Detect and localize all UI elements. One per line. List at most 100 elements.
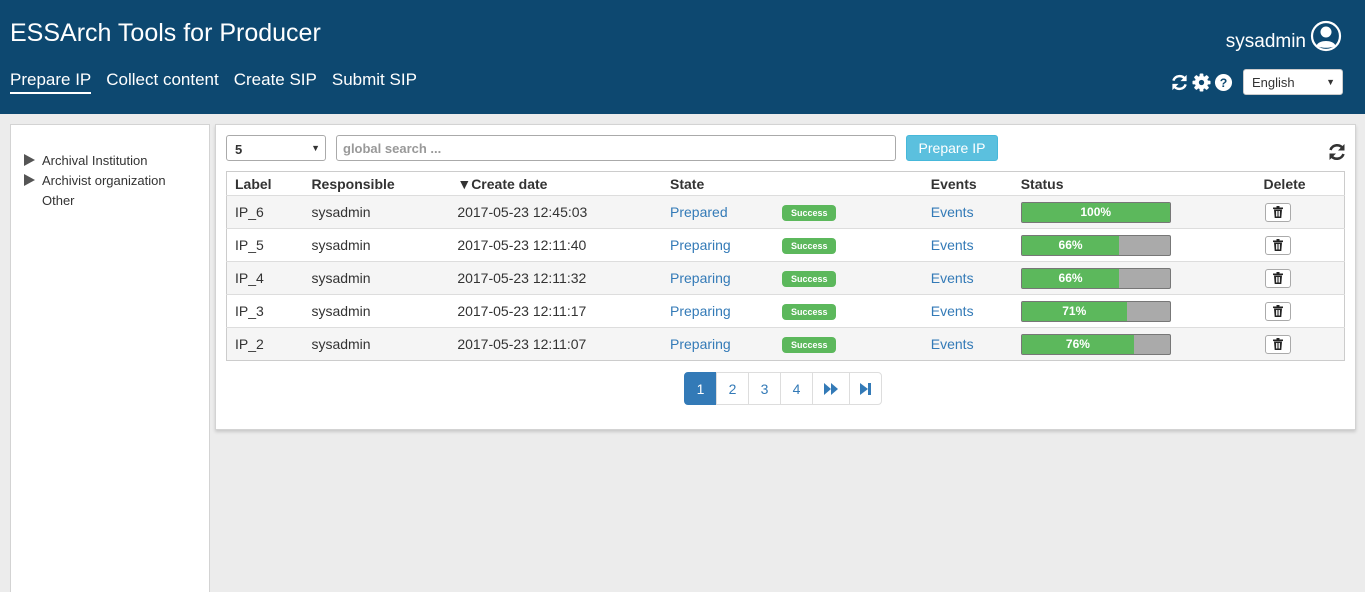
page-2[interactable]: 2 [716, 372, 749, 405]
delete-button[interactable] [1264, 334, 1291, 354]
expand-arrow-icon[interactable] [23, 174, 35, 186]
cell-create-date: 2017-05-23 12:11:40 [449, 228, 663, 262]
user-name[interactable]: sysadmin [1226, 31, 1306, 53]
page-4[interactable]: 4 [780, 372, 813, 405]
top-header: ESSArch Tools for Producer Prepare IP Co… [0, 0, 1365, 114]
cell-responsible: sysadmin [303, 327, 450, 361]
state-link[interactable]: Preparing [670, 270, 731, 286]
progress-label: 66% [1058, 271, 1083, 285]
status-badge: Success [781, 238, 837, 254]
status-badge: Success [781, 337, 837, 353]
delete-button[interactable] [1264, 268, 1291, 288]
cell-responsible: sysadmin [303, 261, 450, 295]
events-link[interactable]: Events [931, 270, 974, 286]
cell-label: IP_5 [226, 228, 304, 262]
chevron-down-icon: ▼ [311, 143, 320, 153]
trash-icon [1272, 338, 1283, 350]
cell-responsible: sysadmin [303, 294, 450, 328]
events-link[interactable]: Events [931, 303, 974, 319]
cell-create-date: 2017-05-23 12:45:03 [449, 195, 663, 229]
page-3[interactable]: 3 [748, 372, 781, 405]
column-header-delete: Delete [1255, 171, 1345, 196]
status-badge: Success [781, 271, 837, 287]
cell-label: IP_3 [226, 294, 304, 328]
nav-collect-content[interactable]: Collect content [106, 70, 218, 94]
progress-bar: 66% [1020, 234, 1171, 256]
column-header-state[interactable]: State [662, 171, 774, 196]
tree-item-archivist-organization[interactable]: Archivist organization [23, 170, 166, 190]
state-link[interactable]: Preparing [670, 336, 731, 352]
column-header-events[interactable]: Events [922, 171, 1013, 196]
user-avatar-icon[interactable] [1310, 20, 1342, 58]
progress-label: 100% [1080, 205, 1112, 219]
main-nav: Prepare IP Collect content Create SIP Su… [10, 70, 417, 94]
delete-button[interactable] [1264, 235, 1291, 255]
ip-table: Label Responsible ▼Create date State Eve… [226, 171, 1345, 361]
page-size-value: 5 [235, 142, 243, 157]
fast-forward-icon[interactable] [812, 372, 850, 405]
prepare-ip-button[interactable]: Prepare IP [906, 135, 998, 161]
column-header-responsible[interactable]: Responsible [303, 171, 450, 196]
cell-label: IP_2 [226, 327, 304, 361]
last-page-icon[interactable] [849, 372, 882, 405]
progress-bar: 76% [1020, 333, 1171, 355]
delete-button[interactable] [1264, 301, 1291, 321]
app-title: ESSArch Tools for Producer [10, 19, 321, 47]
page-size-select[interactable]: 5 ▼ [226, 135, 326, 161]
trash-icon [1272, 239, 1283, 251]
state-link[interactable]: Preparing [670, 237, 731, 253]
column-header-status[interactable]: Status [1012, 171, 1256, 196]
column-header-create-date[interactable]: ▼Create date [449, 171, 663, 196]
nav-prepare-ip[interactable]: Prepare IP [10, 70, 92, 94]
page-1[interactable]: 1 [684, 372, 717, 405]
chevron-down-icon: ▼ [1326, 77, 1335, 87]
cell-label: IP_6 [226, 195, 304, 229]
cell-create-date: 2017-05-23 12:11:32 [449, 261, 663, 295]
table-row[interactable]: IP_2 sysadmin 2017-05-23 12:11:07 Prepar… [226, 327, 1345, 361]
sort-desc-icon: ▼ [457, 175, 472, 192]
create-date-header-label: Create date [471, 175, 548, 192]
progress-label: 66% [1058, 238, 1083, 252]
trash-icon [1272, 272, 1283, 284]
svg-text:?: ? [1219, 75, 1227, 89]
language-select[interactable]: English ▼ [1243, 69, 1343, 95]
table-row[interactable]: IP_6 sysadmin 2017-05-23 12:45:03 Prepar… [226, 195, 1345, 229]
user-menu[interactable]: sysadmin [1226, 20, 1342, 58]
nav-submit-sip[interactable]: Submit SIP [332, 70, 417, 94]
trash-icon [1272, 305, 1283, 317]
pagination: 1 2 3 4 [684, 372, 882, 405]
nav-create-sip[interactable]: Create SIP [234, 70, 317, 94]
expand-arrow-icon[interactable] [23, 154, 35, 166]
cell-label: IP_4 [226, 261, 304, 295]
status-badge: Success [781, 304, 837, 320]
global-search-input[interactable] [336, 135, 896, 161]
events-link[interactable]: Events [931, 336, 974, 352]
cell-responsible: sysadmin [303, 228, 450, 262]
cell-responsible: sysadmin [303, 195, 450, 229]
header-tools: ? [1169, 72, 1233, 92]
progress-bar: 100% [1020, 201, 1171, 223]
delete-button[interactable] [1264, 202, 1291, 222]
status-badge: Success [781, 205, 837, 221]
state-link[interactable]: Prepared [670, 204, 728, 220]
refresh-icon[interactable] [1169, 72, 1189, 92]
trash-icon [1272, 206, 1283, 218]
events-link[interactable]: Events [931, 237, 974, 253]
progress-label: 76% [1065, 337, 1090, 351]
table-row[interactable]: IP_5 sysadmin 2017-05-23 12:11:40 Prepar… [226, 228, 1345, 262]
tree-item-other[interactable]: Other [23, 190, 166, 210]
table-row[interactable]: IP_3 sysadmin 2017-05-23 12:11:17 Prepar… [226, 294, 1345, 328]
events-link[interactable]: Events [931, 204, 974, 220]
state-link[interactable]: Preparing [670, 303, 731, 319]
sidebar: Archival Institution Archivist organizat… [10, 124, 210, 592]
gear-icon[interactable] [1191, 72, 1211, 92]
ip-list-panel: 5 ▼ Prepare IP Label Responsible ▼Create… [215, 124, 1356, 430]
tree-item-archival-institution[interactable]: Archival Institution [23, 150, 166, 170]
column-header-label[interactable]: Label [226, 171, 304, 196]
progress-bar: 66% [1020, 267, 1171, 289]
organization-tree: Archival Institution Archivist organizat… [23, 150, 166, 210]
table-refresh-icon[interactable] [1327, 142, 1347, 162]
help-icon[interactable]: ? [1213, 72, 1233, 92]
table-row[interactable]: IP_4 sysadmin 2017-05-23 12:11:32 Prepar… [226, 261, 1345, 295]
table-header-row: Label Responsible ▼Create date State Eve… [226, 171, 1345, 196]
